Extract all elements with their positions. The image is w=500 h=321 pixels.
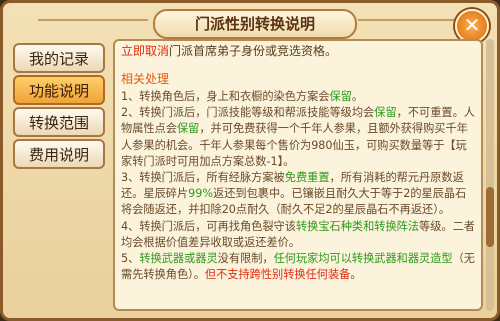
tab-feature-description[interactable]: 功能说明 xyxy=(13,75,105,105)
title-ornament-left xyxy=(38,19,148,21)
paragraph-5: 5、转换武器或器灵没有限制，任何玩家均可以转换武器和器灵造型（无需先转换角色）。… xyxy=(121,252,475,282)
paragraph-1: 1、转换角色后，身上和衣橱的染色方案会保留。 xyxy=(121,90,364,103)
paragraph-2: 2、转换门派后，门派技能等级和帮派技能等级均会保留，不可重置。人物属性点会保留，… xyxy=(121,106,475,168)
tab-my-records[interactable]: 我的记录 xyxy=(13,43,105,73)
title-ornament-right xyxy=(358,19,468,21)
dialog-title: 门派性别转换说明 xyxy=(153,9,357,39)
paragraph-4: 4、转换门派后，可再找角色裂守该转换宝石种类和转换阵法等级。二者均会根据价值差异… xyxy=(121,219,475,249)
scroll-thumb[interactable] xyxy=(486,187,494,248)
description-body: 1、转换角色后，身上和衣橱的染色方案会保留。 2、转换门派后，门派技能等级和帮派… xyxy=(115,89,481,283)
paragraph-3: 3、转换门派后，所有经脉方案被免费重置，所有消耗的帮元丹原数返还。星辰碎片99%… xyxy=(121,171,467,217)
section-title: 相关处理 xyxy=(121,72,170,86)
top-line-text: 门派首席弟子身份或竞选资格。 xyxy=(169,44,338,58)
tab-conversion-scope[interactable]: 转换范围 xyxy=(13,107,105,137)
tab-fee-description[interactable]: 费用说明 xyxy=(13,139,105,169)
dialog-frame: 门派性别转换说明 ✕ 我的记录 功能说明 转换范围 费用说明 立即取消门派首席弟… xyxy=(0,0,500,321)
top-line: 立即取消门派首席弟子身份或竞选资格。 xyxy=(115,41,481,61)
content-panel: 立即取消门派首席弟子身份或竞选资格。 相关处理 1、转换角色后，身上和衣橱的染色… xyxy=(113,39,483,311)
top-line-highlight: 立即取消 xyxy=(121,44,170,58)
scrollbar[interactable] xyxy=(486,39,494,311)
close-button[interactable]: ✕ xyxy=(455,9,489,43)
